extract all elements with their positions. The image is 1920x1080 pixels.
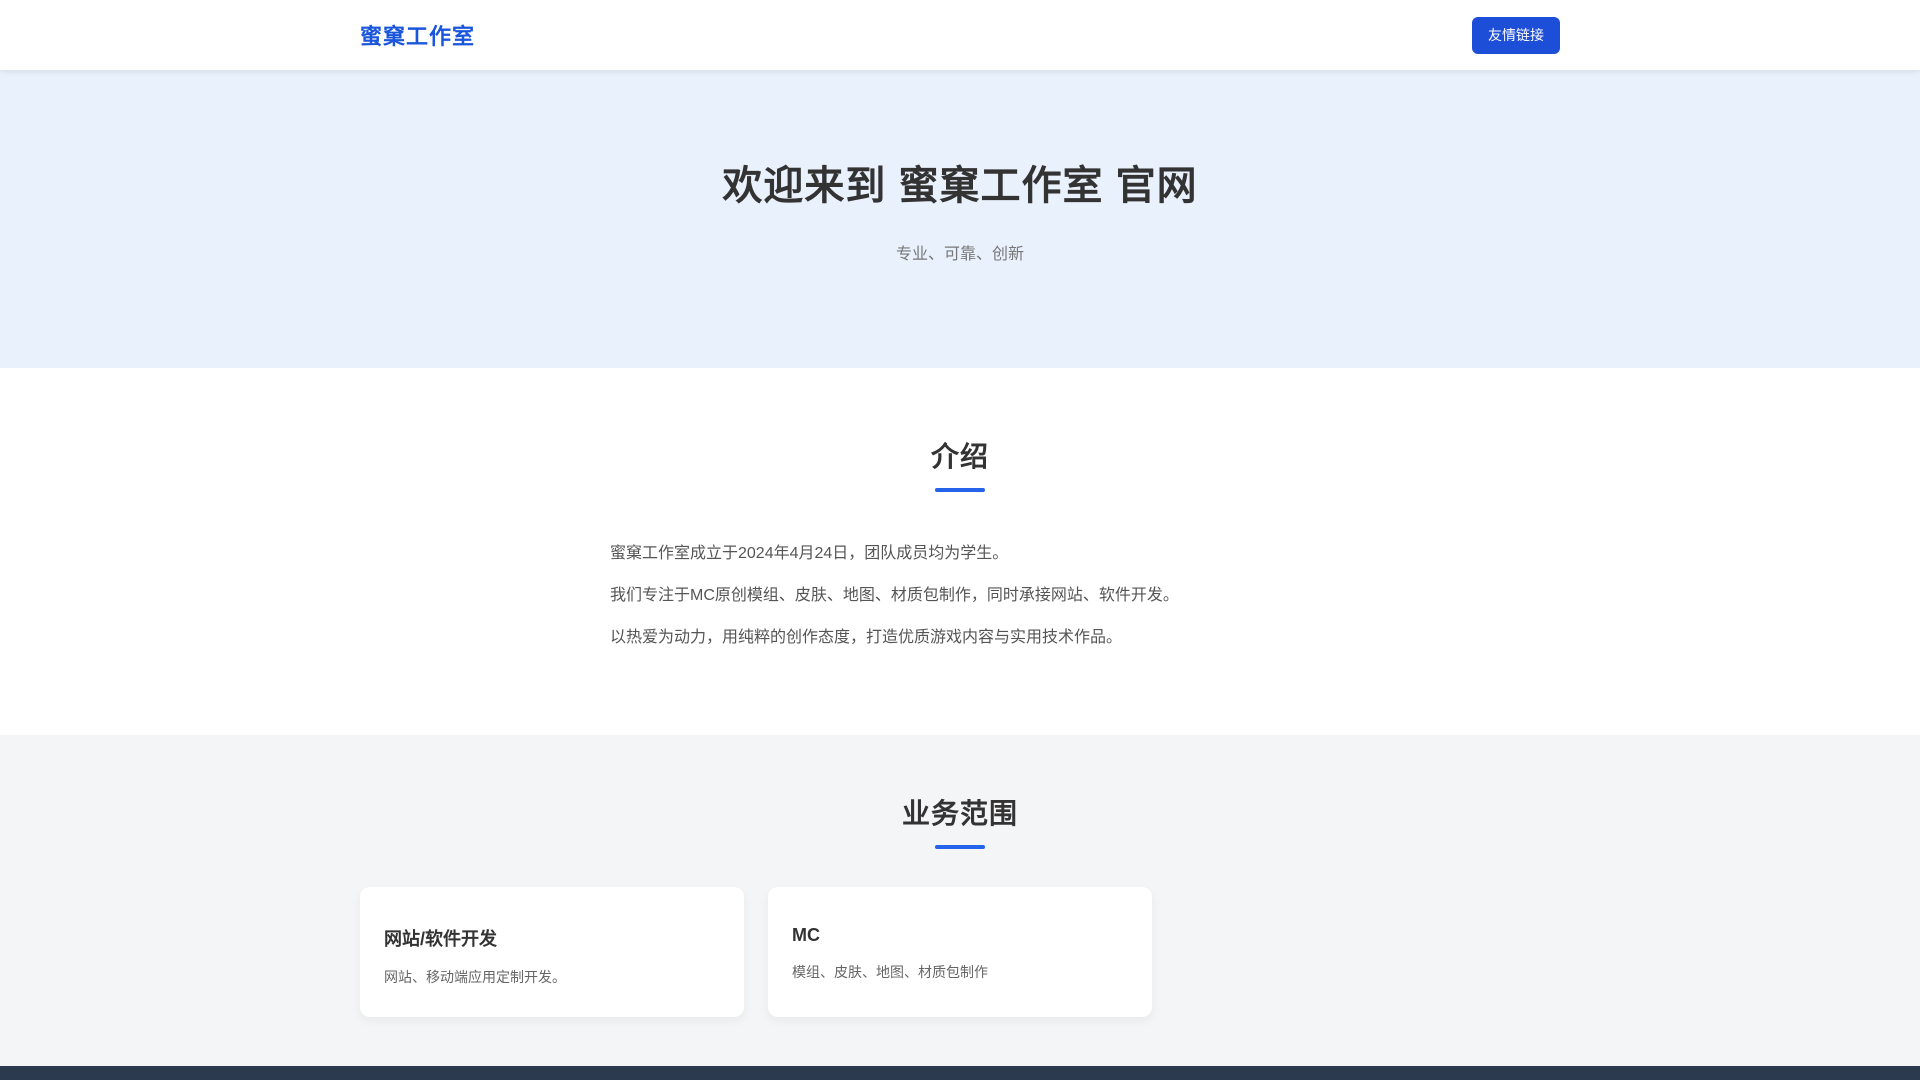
footer-bar <box>0 1066 1920 1080</box>
heading-underline <box>935 488 985 492</box>
services-heading: 业务范围 <box>0 797 1920 831</box>
site-header: 蜜窠工作室 友情链接 <box>0 0 1920 70</box>
card-title: 网站/软件开发 <box>384 925 720 951</box>
service-card-web-dev: 网站/软件开发 网站、移动端应用定制开发。 <box>360 887 744 1017</box>
hero-section: 欢迎来到 蜜窠工作室 官网 专业、可靠、创新 <box>0 70 1920 368</box>
intro-paragraph: 我们专注于MC原创模组、皮肤、地图、材质包制作，同时承接网站、软件开发。 <box>610 584 1310 608</box>
brand-logo[interactable]: 蜜窠工作室 <box>360 19 475 51</box>
heading-underline <box>935 845 985 849</box>
service-card-mc: MC 模组、皮肤、地图、材质包制作 <box>768 887 1152 1017</box>
intro-section: 介绍 蜜窠工作室成立于2024年4月24日，团队成员均为学生。 我们专注于MC原… <box>0 368 1920 735</box>
intro-paragraph: 以热爱为动力，用纯粹的创作态度，打造优质游戏内容与实用技术作品。 <box>610 626 1310 650</box>
services-section: 业务范围 网站/软件开发 网站、移动端应用定制开发。 MC 模组、皮肤、地图、材… <box>0 735 1920 1066</box>
card-title: MC <box>792 925 1128 946</box>
hero-subtitle: 专业、可靠、创新 <box>0 240 1920 264</box>
intro-heading: 介绍 <box>0 440 1920 474</box>
service-cards: 网站/软件开发 网站、移动端应用定制开发。 MC 模组、皮肤、地图、材质包制作 <box>360 887 1560 1017</box>
friend-links-button[interactable]: 友情链接 <box>1472 17 1560 54</box>
hero-title: 欢迎来到 蜜窠工作室 官网 <box>0 162 1920 210</box>
intro-paragraph: 蜜窠工作室成立于2024年4月24日，团队成员均为学生。 <box>610 542 1310 566</box>
intro-body: 蜜窠工作室成立于2024年4月24日，团队成员均为学生。 我们专注于MC原创模组… <box>610 542 1310 650</box>
card-description: 网站、移动端应用定制开发。 <box>384 967 720 987</box>
card-description: 模组、皮肤、地图、材质包制作 <box>792 962 1128 982</box>
